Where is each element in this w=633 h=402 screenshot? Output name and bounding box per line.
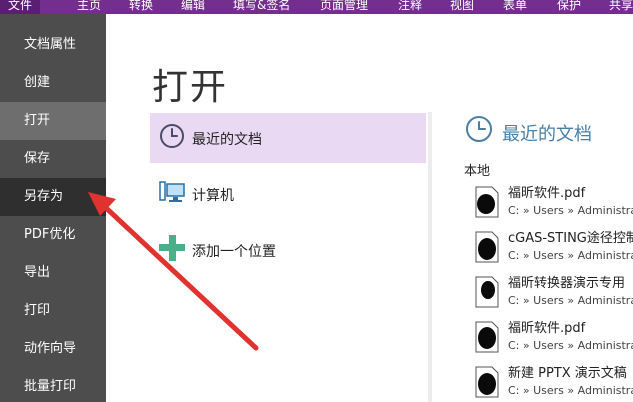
clock-icon — [160, 124, 184, 148]
section-label-local: 本地 — [464, 164, 491, 179]
file-path: C: » Users » Administrator — [508, 204, 633, 217]
file-path: C: » Users » Administrator — [508, 384, 633, 397]
file-path: C: » Users » Administrator — [508, 339, 633, 352]
sidebar-item-export[interactable]: 导出 — [0, 254, 106, 292]
page-title: 打开 — [152, 67, 229, 108]
file-menu-sidebar: 文档属性 创建 打开 保存 另存为 PDF优化 导出 打印 动作向导 批量打印 — [0, 14, 106, 402]
plus-icon — [159, 235, 185, 261]
tab-view[interactable]: 视图 — [450, 0, 474, 14]
recent-file-row[interactable]: 福昕转换器演示专用 C: » Users » Administrator — [474, 272, 633, 317]
tab-fill-sign[interactable]: 填写&签名 — [233, 0, 290, 14]
pdf-file-icon — [475, 231, 499, 263]
tab-comment[interactable]: 注释 — [398, 0, 422, 14]
recent-title: 最近的文档 — [502, 124, 592, 145]
ribbon-tabs: 文件 主页 转换 编辑 填写&签名 页面管理 注释 视图 表单 保护 共享 — [0, 0, 633, 14]
sidebar-item-document-properties[interactable]: 文档属性 — [0, 26, 106, 64]
file-name: 福昕转换器演示专用 — [508, 276, 626, 291]
sidebar-item-print[interactable]: 打印 — [0, 292, 106, 330]
pdf-file-icon — [475, 321, 499, 353]
file-name: cGAS-STING途径控制 — [508, 231, 633, 246]
file-path: C: » Users » Administrator — [508, 294, 633, 307]
file-name: 福昕软件.pdf — [508, 321, 586, 336]
location-recent-documents[interactable]: 最近的文档 — [150, 113, 426, 163]
tab-protect[interactable]: 保护 — [557, 0, 581, 14]
open-panel: 打开 最近的文档 计算机 添加一个位置 最近的文档 本地 福昕软件.pdf C:… — [106, 14, 633, 402]
tab-home[interactable]: 主页 — [77, 0, 101, 14]
tab-file[interactable]: 文件 — [0, 0, 41, 14]
recent-file-row[interactable]: 福昕软件.pdf C: » Users » Administrator — [474, 182, 633, 227]
file-name: 新建 PPTX 演示文稿 — [508, 366, 627, 381]
sidebar-item-save-as[interactable]: 另存为 — [0, 178, 106, 216]
sidebar-item-pdf-optimize[interactable]: PDF优化 — [0, 216, 106, 254]
tab-form[interactable]: 表单 — [503, 0, 527, 14]
computer-icon — [159, 181, 185, 202]
location-label: 最近的文档 — [192, 132, 262, 148]
panel-divider — [428, 112, 432, 402]
location-add-place[interactable]: 添加一个位置 — [150, 225, 426, 275]
file-name: 福昕软件.pdf — [508, 186, 586, 201]
clock-icon — [466, 116, 492, 142]
sidebar-item-batch-print[interactable]: 批量打印 — [0, 368, 106, 402]
location-label: 添加一个位置 — [192, 244, 276, 260]
pdf-file-icon — [475, 366, 499, 398]
sidebar-item-save[interactable]: 保存 — [0, 140, 106, 178]
file-path: C: » Users » Administrator — [508, 249, 633, 262]
recent-file-row[interactable]: cGAS-STING途径控制 C: » Users » Administrato… — [474, 227, 633, 272]
tab-convert[interactable]: 转换 — [129, 0, 153, 14]
location-label: 计算机 — [192, 188, 234, 204]
sidebar-item-action-wizard[interactable]: 动作向导 — [0, 330, 106, 368]
sidebar-item-open[interactable]: 打开 — [0, 102, 106, 140]
recent-documents-panel: 最近的文档 本地 福昕软件.pdf C: » Users » Administr… — [464, 114, 633, 402]
tab-page-management[interactable]: 页面管理 — [320, 0, 368, 14]
pdf-file-icon — [475, 186, 499, 218]
recent-file-row[interactable]: 福昕软件.pdf C: » Users » Administrator — [474, 317, 633, 362]
pdf-file-icon — [475, 276, 499, 308]
tab-share[interactable]: 共享 — [609, 0, 633, 14]
recent-file-row[interactable]: 新建 PPTX 演示文稿 C: » Users » Administrator — [474, 362, 633, 402]
location-computer[interactable]: 计算机 — [150, 169, 426, 219]
sidebar-item-create[interactable]: 创建 — [0, 64, 106, 102]
tab-edit[interactable]: 编辑 — [181, 0, 205, 14]
